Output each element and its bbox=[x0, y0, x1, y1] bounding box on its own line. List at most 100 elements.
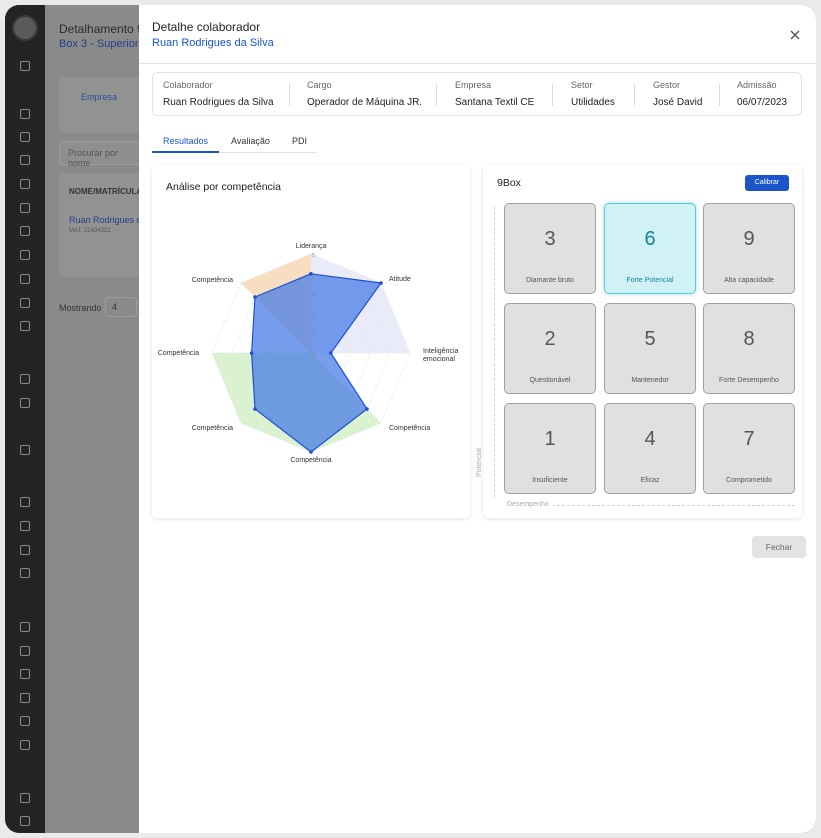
radar-tick-label: 4 bbox=[312, 273, 315, 279]
chart-icon[interactable] bbox=[20, 545, 30, 555]
nav-icon[interactable] bbox=[20, 274, 30, 284]
cell-number: 9 bbox=[743, 228, 755, 250]
bg-search-input[interactable]: Procurar por nome bbox=[59, 141, 149, 168]
radar-point bbox=[365, 407, 369, 411]
info-gestor: Gestor José David bbox=[653, 80, 702, 108]
info-value: Utilidades bbox=[571, 97, 615, 108]
radar-axis-label: Liderança bbox=[296, 243, 327, 250]
nav-icon[interactable] bbox=[20, 155, 30, 165]
radar-tick-label: 3 bbox=[312, 293, 315, 299]
cell-number: 8 bbox=[743, 328, 755, 350]
ninebox-cell[interactable]: 5 Mantenedor bbox=[604, 303, 696, 394]
info-separator bbox=[289, 84, 290, 106]
info-separator bbox=[552, 84, 553, 106]
cell-label: Comprometido bbox=[726, 477, 772, 484]
radar-axis-label-line: Competência bbox=[158, 350, 199, 357]
close-button[interactable]: Fechar bbox=[752, 536, 806, 558]
info-cargo: Cargo Operador de Máquina JR. bbox=[307, 80, 422, 108]
radar-axis-label: Competência bbox=[389, 425, 430, 432]
modal-divider bbox=[139, 63, 816, 64]
radar-point bbox=[253, 407, 257, 411]
nav-icon[interactable] bbox=[20, 226, 30, 236]
info-label: Empresa bbox=[455, 80, 492, 90]
tab-resultados[interactable]: Resultados bbox=[163, 136, 208, 146]
cell-label: Questionável bbox=[529, 377, 571, 384]
bg-showing-label: Mostrando bbox=[59, 303, 102, 313]
bg-table: NOME/MATRÍCULA Ruan Rodrigues d MAT. 224… bbox=[59, 173, 149, 277]
radar-tick-label: 0 bbox=[312, 352, 315, 358]
settings-icon[interactable] bbox=[20, 793, 30, 803]
info-value: Operador de Máquina JR. bbox=[307, 97, 423, 108]
ninebox-cell[interactable]: 7 Comprometido bbox=[703, 403, 795, 494]
ninebox-cell[interactable]: 8 Forte Desempenho bbox=[703, 303, 795, 394]
nav-icon[interactable] bbox=[20, 132, 30, 142]
modal-collaborator-name: Ruan Rodrigues da Silva bbox=[152, 37, 274, 49]
nav-icon[interactable] bbox=[20, 497, 30, 507]
info-label: Colaborador bbox=[163, 80, 213, 90]
radar-axis-label-line: Competência bbox=[192, 425, 233, 432]
nav-icon[interactable] bbox=[20, 298, 30, 308]
radar-point bbox=[309, 450, 313, 454]
tab-avaliacao[interactable]: Avaliação bbox=[231, 136, 270, 146]
info-value: Santana Textil CE bbox=[455, 97, 535, 108]
home-icon[interactable] bbox=[20, 61, 30, 71]
radar-tick-label: 5 bbox=[312, 253, 315, 259]
clipboard-icon[interactable] bbox=[20, 669, 30, 679]
tab-active-indicator bbox=[152, 151, 219, 153]
ninebox-cell-selected[interactable]: 6 Forte Potencial bbox=[604, 203, 696, 294]
ninebox-cell[interactable]: 9 Alta capacidade bbox=[703, 203, 795, 294]
lock-icon[interactable] bbox=[20, 321, 30, 331]
modal-title: Detalhe colaborador bbox=[152, 20, 261, 34]
tab-bar: Resultados Avaliação PDI bbox=[152, 132, 317, 153]
info-value: 06/07/2023 bbox=[737, 97, 788, 108]
lock-icon[interactable] bbox=[20, 445, 30, 455]
info-separator bbox=[634, 84, 635, 106]
mail-icon[interactable] bbox=[20, 203, 30, 213]
grid-icon[interactable] bbox=[20, 740, 30, 750]
calibrate-button[interactable]: Calibrar bbox=[745, 175, 789, 191]
nav-icon[interactable] bbox=[20, 109, 30, 119]
cell-label: Insuficiente bbox=[532, 477, 568, 484]
bg-filter-card: Empresa bbox=[59, 77, 149, 133]
info-admissao: Admissão 06/07/2023 bbox=[737, 80, 787, 108]
cell-label: Diamante bruto bbox=[526, 277, 574, 284]
radar-chart: 0 1 2 3 4 5 Liderança Atitude Inteligência emocio… bbox=[158, 243, 459, 464]
user-icon[interactable] bbox=[20, 179, 30, 189]
ninebox-cell[interactable]: 4 Eficaz bbox=[604, 403, 696, 494]
ninebox-cell[interactable]: 2 Questionável bbox=[504, 303, 596, 394]
radar-axis-label-line: emocional bbox=[423, 356, 455, 363]
radar-axis-label-line: Inteligência bbox=[423, 348, 459, 355]
info-label: Setor bbox=[571, 80, 593, 90]
shield-icon[interactable] bbox=[20, 398, 30, 408]
ninebox-cell[interactable]: 1 Insuficiente bbox=[504, 403, 596, 494]
calendar-icon[interactable] bbox=[20, 250, 30, 260]
nav-icon[interactable] bbox=[20, 568, 30, 578]
tab-pdi[interactable]: PDI bbox=[292, 136, 307, 146]
performance-axis-label: Desempenho bbox=[507, 501, 553, 508]
bg-showing-select[interactable]: 4 bbox=[105, 297, 137, 317]
info-separator bbox=[719, 84, 720, 106]
info-label: Gestor bbox=[653, 80, 681, 90]
ninebox-cell[interactable]: 3 Diamante bruto bbox=[504, 203, 596, 294]
cell-number: 5 bbox=[644, 328, 656, 350]
radar-tick-label: 2 bbox=[312, 312, 315, 318]
radar-axis-label: Atitude bbox=[389, 276, 411, 283]
radar-point bbox=[253, 295, 257, 299]
bg-filter-empresa[interactable]: Empresa bbox=[81, 92, 117, 102]
cell-label: Forte Desempenho bbox=[719, 377, 779, 384]
nav-icon[interactable] bbox=[20, 716, 30, 726]
nav-icon[interactable] bbox=[20, 646, 30, 656]
radar-axis-label: Competência bbox=[158, 350, 199, 357]
cell-label: Mantenedor bbox=[631, 377, 669, 384]
ninebox-title: 9Box bbox=[497, 177, 521, 189]
bg-row-name[interactable]: Ruan Rodrigues d bbox=[69, 215, 142, 225]
nav-icon[interactable] bbox=[20, 521, 30, 531]
scissors-icon[interactable] bbox=[20, 693, 30, 703]
bg-row-mat: MAT. 22434322 bbox=[69, 228, 111, 234]
close-icon[interactable] bbox=[787, 27, 803, 43]
nav-icon[interactable] bbox=[20, 816, 30, 826]
cell-number: 4 bbox=[644, 428, 656, 450]
nav-icon[interactable] bbox=[20, 622, 30, 632]
cell-number: 7 bbox=[743, 428, 755, 450]
document-icon[interactable] bbox=[20, 374, 30, 384]
